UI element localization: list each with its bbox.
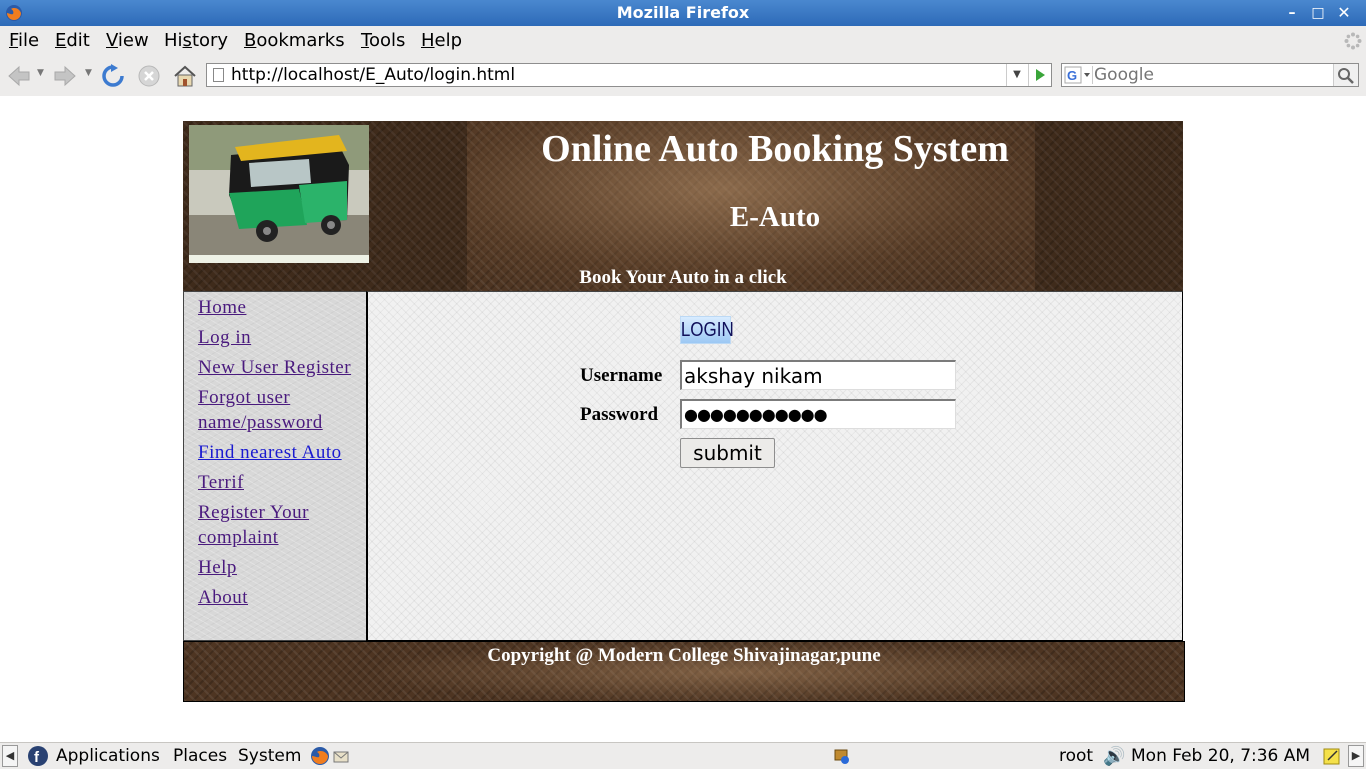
forward-history-dropdown-icon[interactable]: ▼ (85, 68, 92, 78)
site-subtitle: E-Auto (729, 201, 821, 233)
search-input[interactable] (1094, 65, 1332, 85)
minimize-icon[interactable]: – (1280, 3, 1304, 23)
auto-rickshaw-image (189, 125, 369, 255)
login-panel: LOGIN Username Password submit (366, 291, 1183, 641)
fedora-icon[interactable]: f (27, 745, 49, 767)
sidebar-link-find-nearest-auto[interactable]: Find nearest Auto (198, 440, 342, 465)
sidebar-link-register-complaint[interactable]: Register Your complaint (198, 500, 309, 550)
menubar: File Edit View History Bookmarks Tools H… (0, 26, 1366, 56)
desktop-panel: ◀ f Applications Places System root 🔊 Mo… (0, 742, 1366, 769)
close-icon[interactable]: ✕ (1332, 3, 1356, 23)
panel-scroll-right-icon[interactable]: ▶ (1348, 745, 1364, 767)
site-header: Online Auto Booking System E-Auto Book Y… (183, 121, 1183, 291)
sidebar-link-login[interactable]: Log in (198, 325, 251, 350)
window-title: Mozilla Firefox (616, 3, 750, 22)
firefox-launcher-icon[interactable] (310, 746, 330, 766)
menu-tools[interactable]: Tools (361, 30, 405, 51)
notes-icon[interactable] (1322, 746, 1342, 766)
password-label: Password (580, 404, 659, 425)
username-field[interactable] (680, 360, 956, 390)
user-name: root (1059, 746, 1094, 766)
system-menu[interactable]: System (238, 746, 301, 766)
applications-menu[interactable]: Applications (56, 746, 160, 766)
search-icon[interactable] (1333, 64, 1358, 86)
google-engine-icon[interactable]: G (1064, 66, 1093, 84)
menu-edit[interactable]: Edit (55, 30, 90, 51)
sidebar-link-terrif[interactable]: Terrif (198, 470, 244, 495)
go-icon[interactable] (1028, 64, 1051, 86)
svg-text:G: G (1067, 68, 1077, 83)
clock[interactable]: Mon Feb 20, 7:36 AM (1131, 746, 1310, 766)
search-bar[interactable]: G (1061, 63, 1359, 87)
site-tagline: Book Your Auto in a click (579, 267, 787, 288)
places-menu[interactable]: Places (173, 746, 227, 766)
throbber-icon (1344, 32, 1362, 50)
sidebar-link-about[interactable]: About (198, 585, 248, 610)
sidebar-link-home[interactable]: Home (198, 295, 246, 320)
menu-view[interactable]: View (106, 30, 149, 51)
url-dropdown-icon[interactable]: ▼ (1006, 64, 1027, 86)
sidebar-link-help[interactable]: Help (198, 555, 237, 580)
home-icon[interactable] (172, 63, 198, 89)
panel-scroll-left-icon[interactable]: ◀ (2, 745, 18, 767)
password-field[interactable] (680, 399, 956, 429)
window-titlebar: Mozilla Firefox – □ ✕ (0, 0, 1366, 26)
login-heading-image: LOGIN (680, 316, 734, 344)
maximize-icon[interactable]: □ (1306, 3, 1330, 23)
sidebar-link-forgot-password[interactable]: Forgot user name/password (198, 385, 323, 435)
page-icon (213, 68, 224, 82)
logo-caption-strip (189, 255, 369, 263)
url-text[interactable]: http://localhost/E_Auto/login.html (231, 65, 515, 85)
username-label: Username (580, 365, 663, 386)
volume-icon[interactable]: 🔊 (1103, 746, 1125, 767)
submit-button[interactable]: submit (680, 438, 775, 468)
footer-copyright: Copyright @ Modern College Shivajinagar,… (487, 645, 881, 666)
site-footer: Copyright @ Modern College Shivajinagar,… (183, 641, 1185, 702)
menu-help[interactable]: Help (421, 30, 462, 51)
sidebar-link-new-user-register[interactable]: New User Register (198, 355, 351, 380)
back-history-dropdown-icon[interactable]: ▼ (37, 68, 44, 78)
forward-icon[interactable] (52, 63, 78, 89)
menu-file[interactable]: File (9, 30, 39, 51)
reload-icon[interactable] (100, 63, 126, 89)
sidebar-nav: Home Log in New User Register Forgot use… (183, 291, 366, 641)
mail-launcher-icon[interactable] (332, 746, 352, 766)
page-viewport: Online Auto Booking System E-Auto Book Y… (0, 96, 1366, 742)
update-notifier-icon[interactable] (832, 746, 852, 766)
menu-history[interactable]: History (164, 30, 228, 51)
menu-bookmarks[interactable]: Bookmarks (244, 30, 345, 51)
site-title: Online Auto Booking System (541, 128, 1009, 170)
stop-icon[interactable] (136, 63, 162, 89)
back-icon[interactable] (6, 63, 32, 89)
url-bar[interactable]: http://localhost/E_Auto/login.html ▼ (206, 63, 1052, 87)
